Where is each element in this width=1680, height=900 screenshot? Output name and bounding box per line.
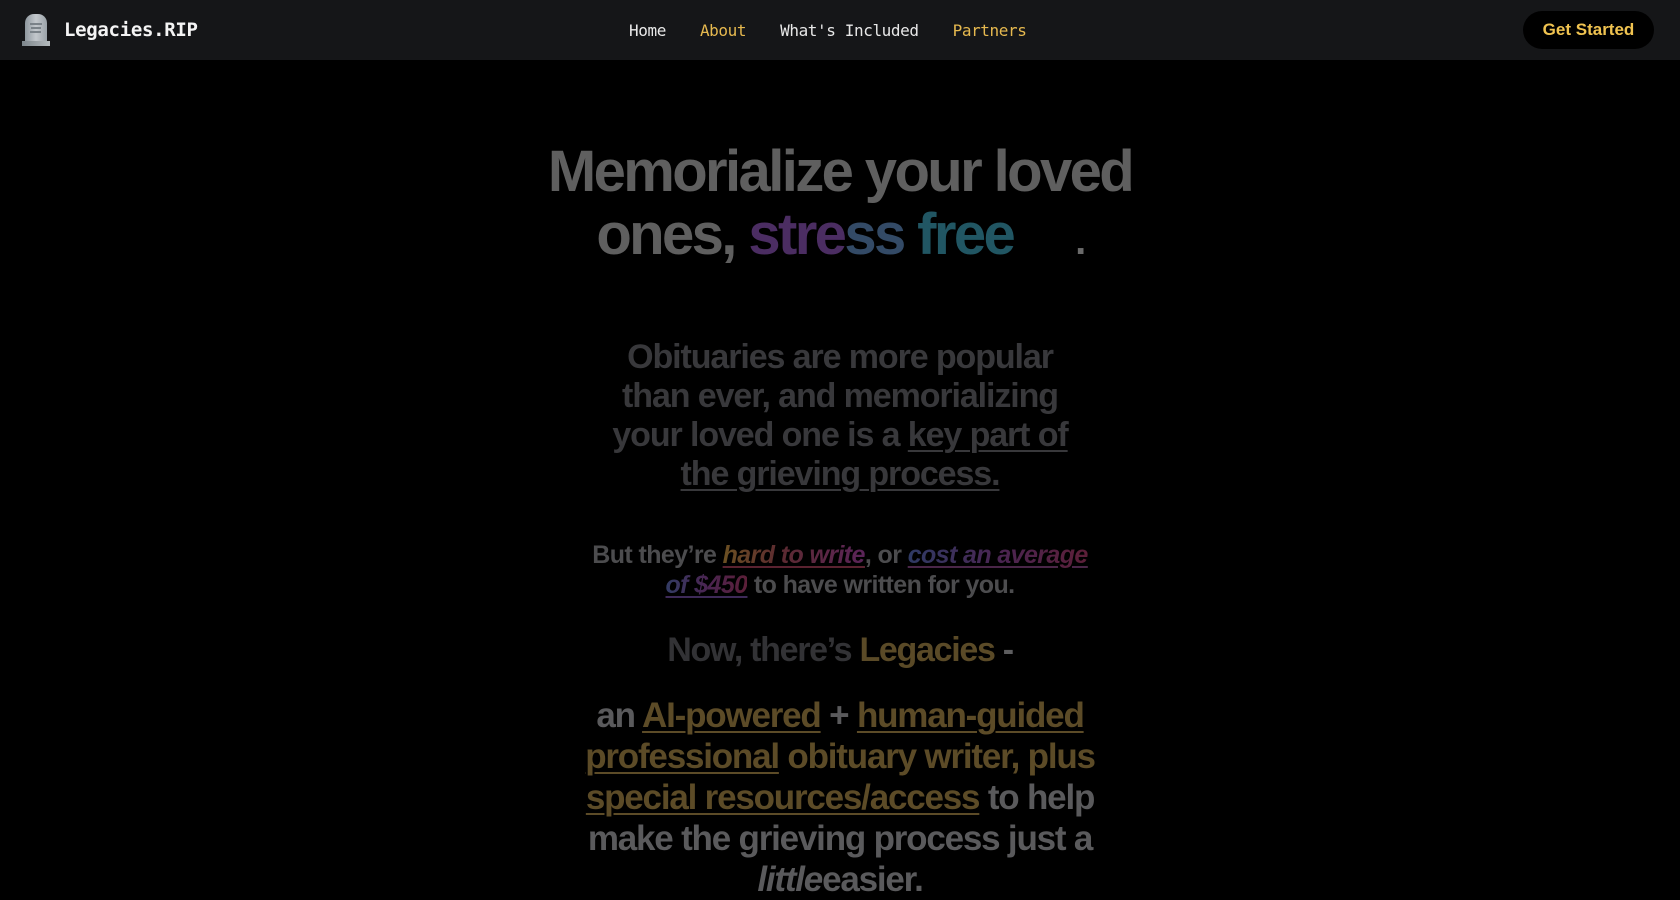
vp-text3: easier. — [822, 860, 924, 899]
vp-plus-sign: + — [829, 696, 849, 735]
headline-period: . — [1075, 219, 1086, 263]
vp-an: an — [596, 696, 636, 735]
nav-link-partners[interactable]: Partners — [953, 21, 1027, 40]
brand-name: Legacies.RIP — [64, 19, 198, 41]
legacies-brand-text: Legacies — [859, 631, 995, 669]
legacies-intro-start: Now, there’s — [667, 631, 852, 669]
cost-text-end: to have written for you. — [753, 571, 1015, 599]
intro-paragraph: Obituaries are more popular than ever, a… — [590, 338, 1090, 494]
ai-powered-link[interactable]: AI-powered — [642, 696, 822, 735]
average-cost-link-cont[interactable]: of $450 — [666, 571, 749, 599]
headline-prefix: ones, — [596, 202, 737, 267]
nav-link-home[interactable]: Home — [629, 21, 666, 40]
cost-text-start: But they’re — [592, 541, 717, 569]
brand-logo[interactable]: Legacies.RIP — [22, 12, 198, 48]
value-proposition: an AI-powered + human-guided professiona… — [540, 695, 1140, 900]
average-cost-link[interactable]: cost an average — [908, 541, 1089, 569]
nav-link-whats-included[interactable]: What's Included — [780, 21, 919, 40]
hard-to-write-link[interactable]: hard to write — [723, 541, 866, 569]
hero-section: Memorialize your loved ones, stress free… — [0, 60, 1680, 899]
headline-gradient-part1: stre — [748, 202, 847, 267]
special-resources-link[interactable]: special resources/access — [586, 778, 981, 817]
vp-plus-word: plus — [1027, 737, 1096, 776]
legacies-intro: Now, there’s Legacies - — [0, 630, 1680, 670]
headline-gradient-part2: ss — [844, 202, 906, 267]
headline-line1: Memorialize your loved — [547, 139, 1135, 204]
cost-text-middle: , or — [864, 541, 902, 569]
legacies-dash: - — [1002, 631, 1014, 669]
vp-emphasis: little — [757, 860, 823, 899]
headline-gradient-part3: free — [917, 202, 1016, 267]
hero-headline: Memorialize your loved ones, stress free… — [0, 140, 1680, 273]
vp-writer-text: obituary writer, — [787, 737, 1020, 776]
get-started-button[interactable]: Get Started — [1523, 11, 1654, 49]
nav-link-about[interactable]: About — [700, 21, 747, 40]
cost-paragraph: But they’re hard to write, or cost an av… — [560, 540, 1120, 600]
main-nav: Home About What's Included Partners — [629, 0, 1060, 60]
headstone-icon — [22, 12, 50, 48]
navbar: Legacies.RIP Home About What's Included … — [0, 0, 1680, 60]
